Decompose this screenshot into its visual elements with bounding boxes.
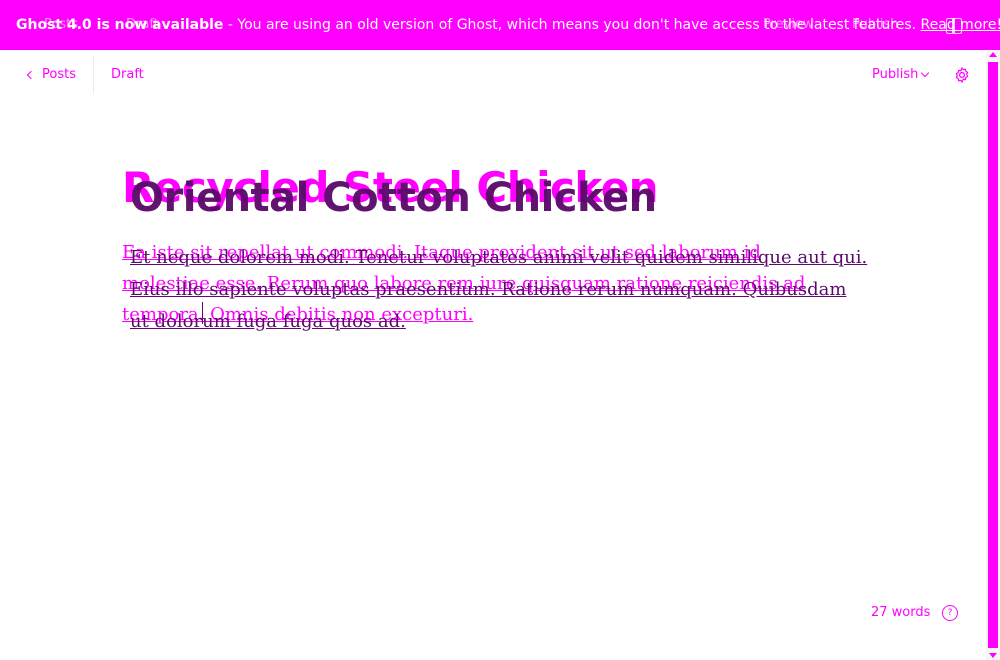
- publish-label: Publish: [872, 67, 919, 82]
- post-title-input[interactable]: Oriental Cotton Chicken: [130, 170, 657, 226]
- post-status: Draft: [111, 67, 144, 82]
- word-count: 27 words: [871, 605, 931, 620]
- post-body-editor[interactable]: Et neque dolorem modi. Tenetur voluptate…: [130, 242, 870, 338]
- text-cursor: [202, 302, 203, 324]
- upgrade-banner: Posts Draft Preview Publish Ghost 4.0 is…: [0, 0, 1000, 50]
- publish-menu-button[interactable]: Publish: [872, 67, 930, 83]
- editor-header: Posts Draft Publish: [0, 50, 986, 100]
- scrollbar-thumb[interactable]: [988, 62, 998, 648]
- chevron-left-icon: [26, 70, 36, 80]
- banner-body: - You are using an old version of Ghost,…: [223, 17, 921, 33]
- help-question-icon[interactable]: ?: [942, 605, 958, 621]
- scroll-down-arrow-icon[interactable]: [989, 653, 997, 658]
- back-to-posts-link[interactable]: Posts: [26, 67, 76, 83]
- banner-close-button[interactable]: [946, 18, 962, 34]
- editor-scrollbar[interactable]: [986, 50, 1000, 660]
- header-divider: [93, 56, 94, 94]
- chevron-down-icon: [921, 68, 930, 78]
- banner-title: Ghost 4.0 is now available: [16, 17, 224, 33]
- back-label: Posts: [42, 67, 76, 82]
- scroll-up-arrow-icon[interactable]: [989, 52, 997, 57]
- settings-gear-icon[interactable]: [953, 66, 971, 84]
- banner-message: Ghost 4.0 is now available - You are usi…: [16, 17, 1000, 33]
